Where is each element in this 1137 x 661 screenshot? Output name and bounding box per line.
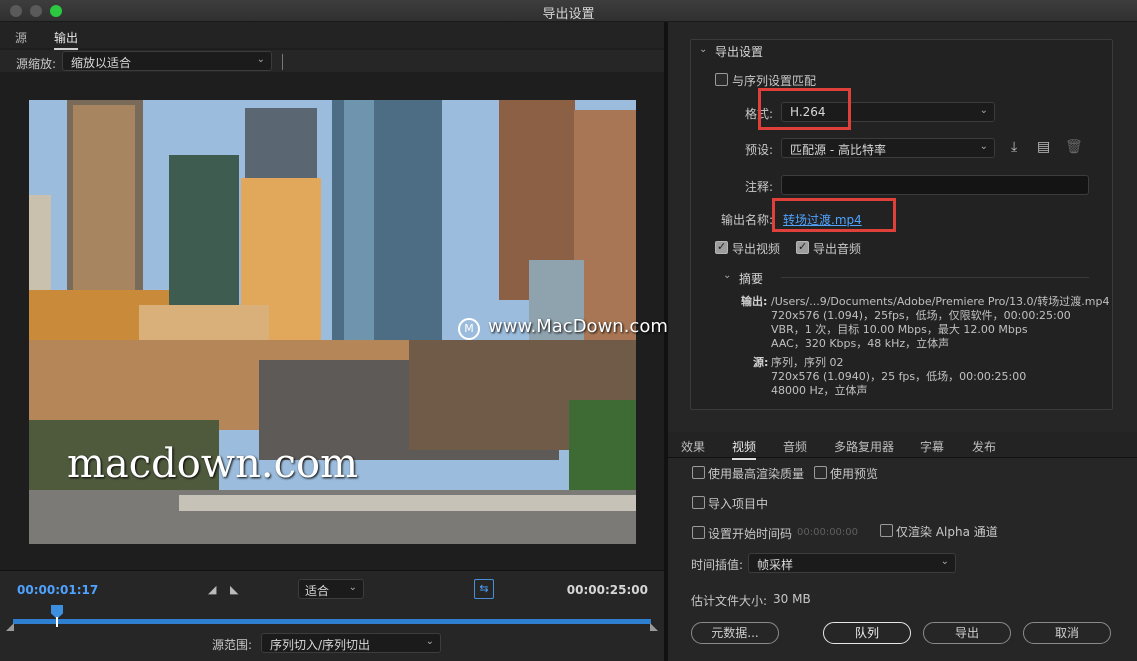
cancel-button[interactable]: 取消	[1023, 622, 1111, 644]
chevron-down-icon: ⌄	[425, 636, 434, 647]
window-title: 导出设置	[542, 7, 595, 22]
start-timecode-value[interactable]: 00:00:00:00	[797, 527, 858, 538]
output-name-label: 输出名称:	[721, 213, 774, 227]
export-video-label: 导出视频	[732, 242, 781, 256]
site-watermark: www.MacDown.com	[488, 316, 668, 337]
match-sequence-checkbox[interactable]	[715, 73, 728, 86]
fit-value: 适合	[305, 584, 330, 598]
preview-watermark: macdown.com	[67, 441, 358, 487]
tab-audio[interactable]: 音频	[783, 438, 807, 455]
preset-value: 匹配源 - 高比特率	[790, 143, 886, 157]
tab-output[interactable]: 输出	[54, 29, 79, 50]
comments-label: 注释:	[745, 180, 774, 194]
timeline-bar: 00:00:01:17 ◢ ◣ 适合 ⌄ ⇆ 00:00:25:00 源范围: …	[0, 570, 664, 661]
preset-select[interactable]: 匹配源 - 高比特率 ⌄	[781, 138, 995, 158]
time-interpolation-value: 帧采样	[757, 558, 794, 572]
out-point-marker[interactable]	[650, 623, 658, 631]
source-zoom-label: 源缩放:	[16, 57, 57, 71]
set-in-point-icon[interactable]: ◢	[208, 583, 216, 596]
set-start-timecode-checkbox[interactable]	[692, 526, 705, 539]
source-zoom-row: 源缩放: 缩放以适合 ⌄	[0, 50, 664, 72]
settings-pane: ⌄ 导出设置 与序列设置匹配 格式: H.264 ⌄ 预设: 匹配源 - 高比特…	[668, 22, 1137, 661]
summary-output-label: 输出:	[741, 295, 768, 308]
queue-button[interactable]: 队列	[823, 622, 911, 644]
estimated-size-value: 30 MB	[773, 592, 811, 606]
import-into-project-label: 导入项目中	[708, 497, 769, 511]
export-button[interactable]: 导出	[923, 622, 1011, 644]
highlight-box	[772, 198, 896, 232]
export-settings-panel: ⌄ 导出设置 与序列设置匹配 格式: H.264 ⌄ 预设: 匹配源 - 高比特…	[690, 39, 1113, 410]
divider	[282, 54, 283, 70]
source-range-select[interactable]: 序列切入/序列切出 ⌄	[261, 633, 441, 653]
max-render-quality-checkbox[interactable]	[692, 466, 705, 479]
playhead-line	[56, 617, 58, 627]
use-previews-label: 使用预览	[830, 467, 879, 481]
use-previews-checkbox[interactable]	[814, 466, 827, 479]
save-preset-icon[interactable]: ⤓	[1011, 139, 1017, 155]
highlight-box	[758, 88, 851, 130]
chevron-down-icon: ⌄	[256, 54, 265, 65]
import-into-project-checkbox[interactable]	[692, 496, 705, 509]
export-audio-label: 导出音频	[813, 242, 862, 256]
match-sequence-label: 与序列设置匹配	[732, 74, 817, 88]
set-out-point-icon[interactable]: ◣	[230, 583, 238, 596]
summary-title: 摘要	[739, 272, 764, 286]
chevron-down-icon: ⌄	[979, 105, 988, 116]
export-settings-title: 导出设置	[715, 45, 764, 59]
time-interpolation-select[interactable]: 帧采样 ⌄	[748, 553, 956, 573]
summary-source-label: 源:	[753, 356, 769, 369]
summary-output-line: AAC，320 Kbps，48 kHz，立体声	[771, 337, 950, 350]
chevron-down-icon[interactable]: ⌄	[699, 44, 707, 55]
timeline-track[interactable]	[13, 619, 651, 624]
preview-tabs: 源 输出	[0, 22, 664, 50]
set-start-timecode-label: 设置开始时间码	[708, 527, 793, 541]
comments-input[interactable]	[781, 175, 1089, 195]
import-preset-icon[interactable]: ▤	[1037, 139, 1050, 155]
current-timecode[interactable]: 00:00:01:17	[17, 583, 98, 597]
tab-source[interactable]: 源	[15, 29, 27, 46]
source-zoom-select[interactable]: 缩放以适合 ⌄	[62, 51, 272, 71]
chevron-down-icon: ⌄	[979, 141, 988, 152]
macdown-logo-icon: M	[458, 318, 480, 340]
tab-multiplexer[interactable]: 多路复用器	[834, 438, 894, 455]
estimated-size-label: 估计文件大小:	[691, 594, 768, 608]
time-interpolation-label: 时间插值:	[691, 558, 744, 572]
chevron-down-icon: ⌄	[348, 582, 357, 593]
settings-tabs: 效果 视频 音频 多路复用器 字幕 发布	[668, 432, 1137, 460]
tab-effects[interactable]: 效果	[681, 438, 705, 455]
tab-publish[interactable]: 发布	[972, 438, 996, 455]
metadata-button[interactable]: 元数据...	[691, 622, 779, 644]
crop-output-icon[interactable]: ⇆	[474, 579, 494, 599]
export-audio-checkbox[interactable]	[796, 240, 809, 254]
tab-captions[interactable]: 字幕	[920, 438, 944, 455]
divider	[781, 277, 1089, 278]
end-timecode: 00:00:25:00	[566, 583, 648, 597]
max-render-quality-label: 使用最高渲染质量	[708, 467, 805, 481]
in-point-marker[interactable]	[6, 623, 14, 631]
chevron-down-icon: ⌄	[940, 556, 949, 567]
title-bar: 导出设置	[0, 0, 1137, 22]
source-range-value: 序列切入/序列切出	[270, 638, 371, 652]
export-video-checkbox[interactable]	[715, 240, 728, 254]
source-range-label: 源范围:	[212, 638, 253, 652]
chevron-down-icon[interactable]: ⌄	[723, 270, 731, 281]
tab-video[interactable]: 视频	[732, 438, 757, 460]
preset-label: 预设:	[745, 143, 774, 157]
preview-pane: 源 输出 源缩放: 缩放以适合 ⌄ macdown.com 00:00:01:1…	[0, 22, 664, 661]
fit-select[interactable]: 适合 ⌄	[298, 579, 364, 599]
alpha-only-label: 仅渲染 Alpha 通道	[896, 525, 998, 539]
delete-preset-icon[interactable]: 🗑	[1065, 139, 1083, 155]
summary-source-line: 48000 Hz，立体声	[771, 384, 868, 397]
source-zoom-value: 缩放以适合	[71, 56, 132, 70]
alpha-only-checkbox[interactable]	[880, 524, 893, 537]
